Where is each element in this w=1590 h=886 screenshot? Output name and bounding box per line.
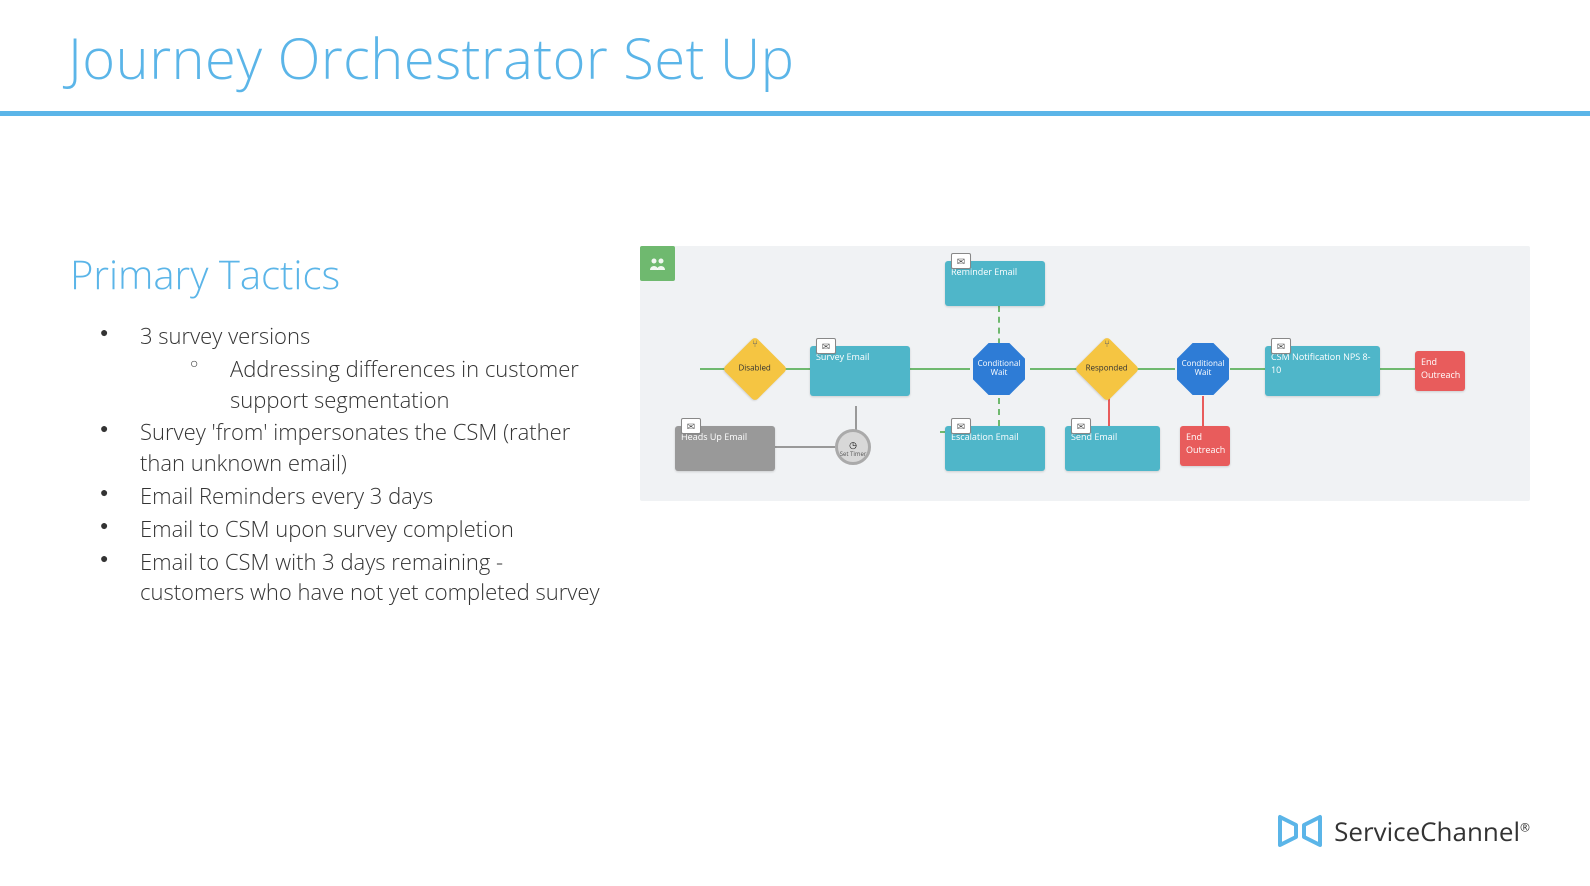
node-label: Conditional Wait <box>1177 360 1229 378</box>
connector <box>1230 368 1270 370</box>
mail-icon: ✉ <box>816 338 836 354</box>
list-item: 3 survey versions Addressing differences… <box>100 321 600 415</box>
connector <box>775 446 835 448</box>
branch-icon: ⑂ <box>748 336 762 350</box>
connector <box>1030 368 1080 370</box>
node-label: Responded <box>1077 362 1137 373</box>
node-label: End Outreach <box>1186 430 1225 456</box>
node-label: Set Timer <box>840 451 867 457</box>
list-item: Email to CSM upon survey completion <box>100 514 600 545</box>
mail-icon: ✉ <box>951 418 971 434</box>
list-item: Survey 'from' impersonates the CSM (rath… <box>100 417 600 479</box>
connector <box>910 368 970 370</box>
connector <box>1135 368 1175 370</box>
node-set-timer: ◷ Set Timer <box>835 429 871 465</box>
section-heading: Primary Tactics <box>70 246 600 301</box>
sub-list: Addressing differences in customer suppo… <box>140 354 600 416</box>
list-item: Email to CSM with 3 days remaining - cus… <box>100 547 600 609</box>
left-column: Primary Tactics 3 survey versions Addres… <box>70 246 600 610</box>
tactic-list: 3 survey versions Addressing differences… <box>70 321 600 608</box>
list-item-text: 3 survey versions <box>140 321 310 351</box>
node-start <box>640 246 675 281</box>
logo-icon <box>1276 811 1324 851</box>
branch-icon: ⑂ <box>1100 336 1114 350</box>
brand-name: ServiceChannel <box>1334 813 1520 849</box>
connector <box>1380 368 1420 370</box>
node-end-outreach-1: End Outreach <box>1180 426 1230 466</box>
slide-title: Journey Orchestrator Set Up <box>0 0 1590 111</box>
list-item: Email Reminders every 3 days <box>100 481 600 512</box>
mail-icon: ✉ <box>681 418 701 434</box>
node-conditional-wait-1: Conditional Wait <box>973 343 1025 395</box>
logo-mark <box>1276 811 1324 851</box>
mail-icon: ✉ <box>1271 338 1291 354</box>
content-area: Primary Tactics 3 survey versions Addres… <box>0 116 1590 610</box>
mail-icon: ✉ <box>951 253 971 269</box>
node-label: Disabled <box>725 362 785 373</box>
node-label: Conditional Wait <box>973 360 1025 378</box>
sub-list-item: Addressing differences in customer suppo… <box>190 354 600 416</box>
connector <box>1108 396 1110 426</box>
registered-mark: ® <box>1520 818 1530 835</box>
node-conditional-wait-2: Conditional Wait <box>1177 343 1229 395</box>
workflow-diagram: Disabled ⑂ Survey Email ✉ Heads Up Email… <box>640 246 1530 501</box>
node-label: End Outreach <box>1421 355 1460 381</box>
people-icon <box>649 257 667 271</box>
mail-icon: ✉ <box>1071 418 1091 434</box>
connector <box>1202 396 1204 426</box>
footer-logo: ServiceChannel® <box>1276 811 1530 851</box>
node-end-outreach-2: End Outreach <box>1415 351 1465 391</box>
logo-text: ServiceChannel® <box>1334 813 1530 849</box>
